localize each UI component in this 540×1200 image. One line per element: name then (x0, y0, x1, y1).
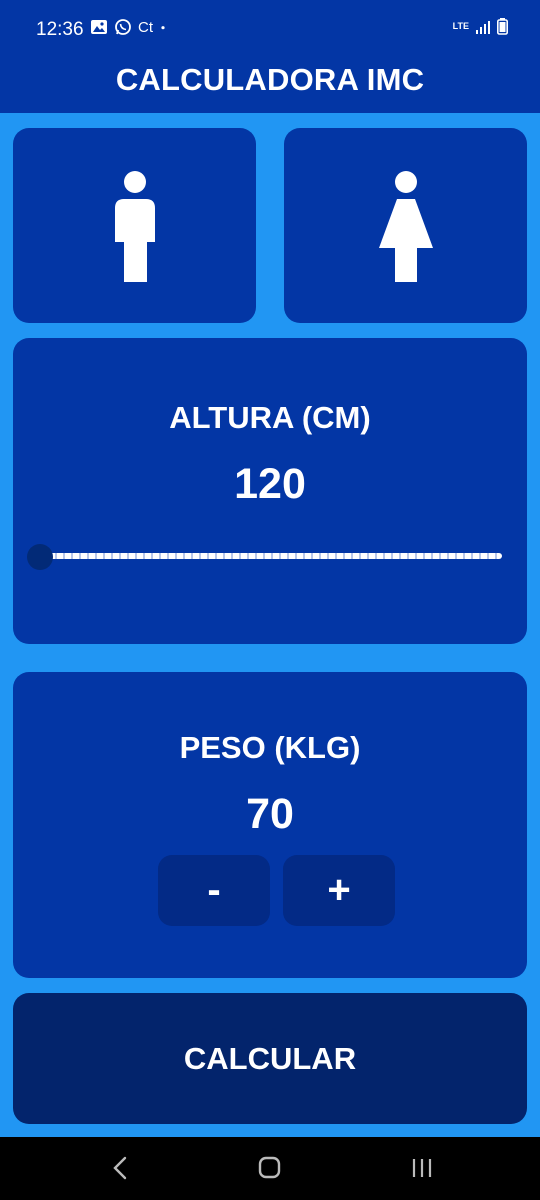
network-type: LTE (452, 21, 469, 31)
weight-card: PESO (KLG) 70 - + (13, 672, 527, 978)
whatsapp-icon (115, 19, 131, 35)
female-icon (378, 170, 433, 282)
back-icon[interactable] (108, 1154, 132, 1182)
increase-weight-button[interactable]: + (283, 855, 395, 926)
dot-icon (161, 26, 165, 30)
male-icon (114, 170, 155, 282)
calculate-button[interactable]: CALCULAR (13, 993, 527, 1124)
calculate-button-label: CALCULAR (183, 1040, 357, 1076)
system-nav-bar (0, 1137, 540, 1200)
weight-value: 70 (246, 790, 294, 838)
app-bar: CALCULADORA IMC (0, 52, 540, 113)
ct-icon: Ct (138, 18, 153, 36)
recent-apps-icon[interactable] (410, 1156, 434, 1180)
signal-icon (476, 20, 490, 34)
male-card[interactable] (13, 128, 256, 323)
height-card: ALTURA (CM) 120 (13, 338, 527, 644)
status-bar: 12:36 Ct LTE (0, 0, 540, 52)
decrease-weight-button[interactable]: - (158, 855, 270, 926)
female-card[interactable] (284, 128, 527, 323)
height-label: ALTURA (CM) (169, 400, 371, 435)
home-icon[interactable] (258, 1155, 282, 1181)
page-title: CALCULADORA IMC (115, 61, 425, 97)
weight-label: PESO (KLG) (179, 730, 361, 765)
height-slider-track[interactable] (41, 553, 502, 559)
status-time: 12:36 (36, 19, 84, 40)
height-slider-thumb[interactable] (27, 544, 53, 570)
status-system-icons: LTE (453, 18, 508, 35)
gallery-icon (91, 20, 107, 34)
height-value: 120 (234, 460, 306, 508)
status-notification-icons: Ct (90, 18, 171, 36)
battery-icon (497, 18, 508, 35)
